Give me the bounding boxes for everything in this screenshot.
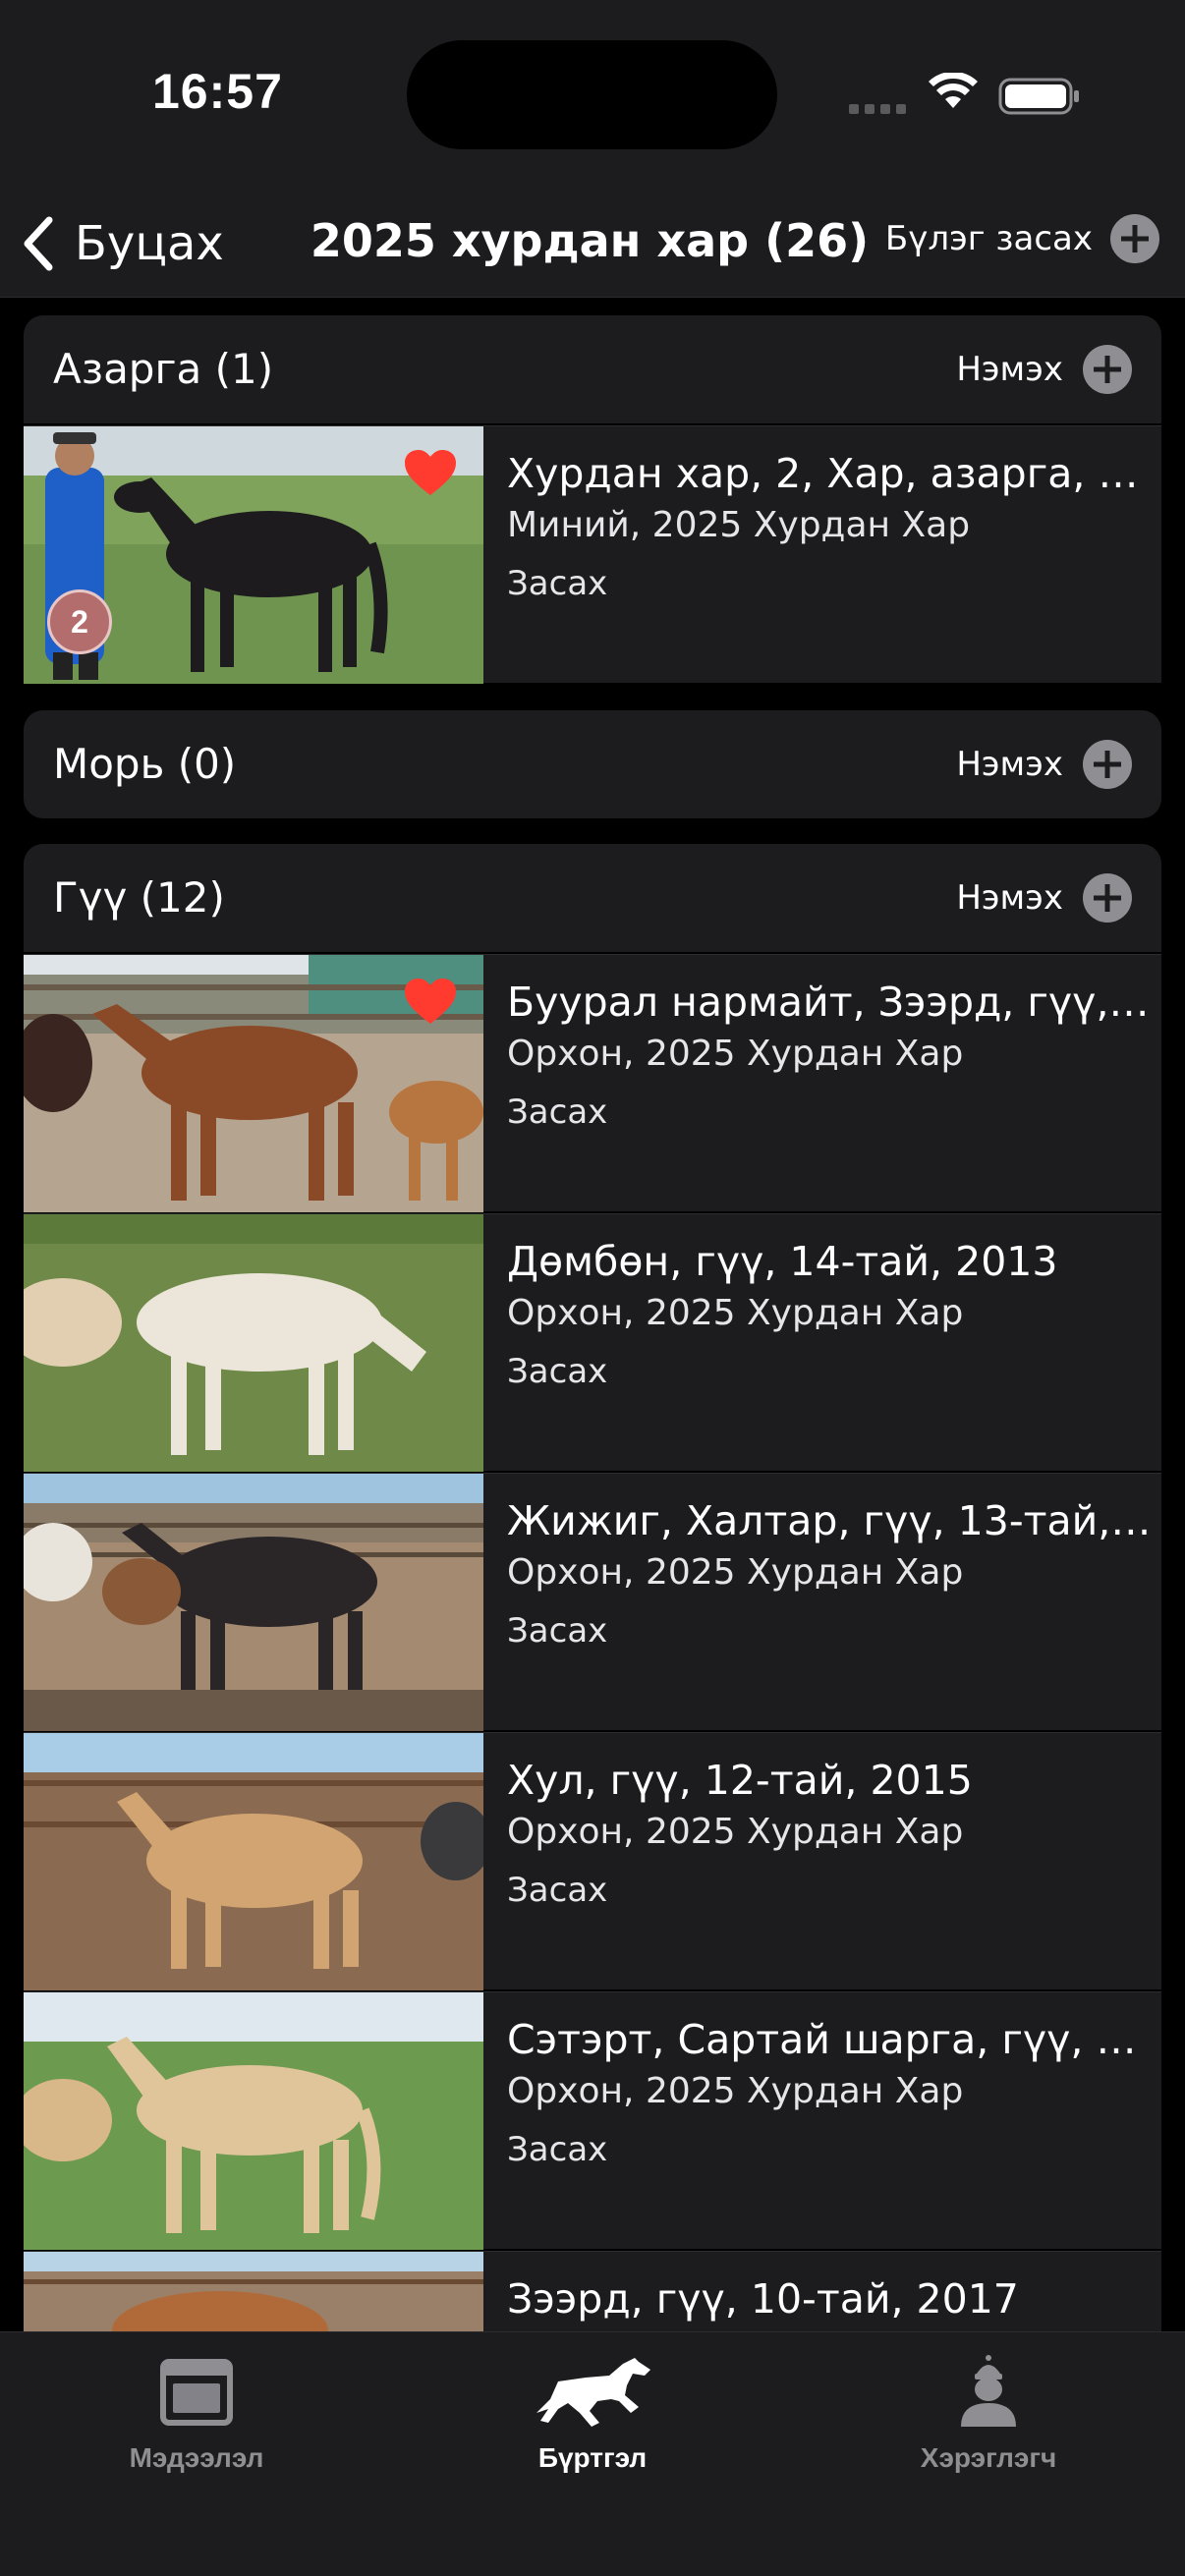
- group-title: Азарга (1): [53, 345, 274, 393]
- horse-row[interactable]: Буурал нармайт, Зээрд, гүү, 15-т... Орхо…: [24, 954, 1161, 1212]
- tab-news[interactable]: Мэдээлэл: [49, 2352, 344, 2474]
- horse-title: Сэтэрт, Сартай шарга, гүү, 12-та...: [507, 2016, 1157, 2063]
- edit-link[interactable]: Засах: [507, 554, 1157, 613]
- horse-title: Хул, гүү, 12-тай, 2015: [507, 1757, 973, 1804]
- edit-link[interactable]: Засах: [507, 2120, 1157, 2179]
- horse-photo: [24, 955, 483, 1212]
- horse-row[interactable]: Жижиг, Халтар, гүү, 13-тай, 2014 Орхон, …: [24, 1473, 1161, 1731]
- group-edit-button[interactable]: Бүлэг засах: [885, 214, 1159, 263]
- edit-link[interactable]: Засах: [507, 1601, 1157, 1660]
- horse-info: Дөмбөн, гүү, 14-тай, 2013 Орхон, 2025 Ху…: [507, 1234, 1157, 1401]
- age-badge: 2: [47, 589, 112, 654]
- add-guu-button[interactable]: Нэмэх: [956, 873, 1132, 923]
- user-icon: [961, 2355, 1016, 2427]
- horse-title: Хурдан хар, 2, Хар, азарга, хавч...: [507, 450, 1157, 497]
- horse-list[interactable]: Азарга (1) Нэмэх 2 Хурдан хар, 2, Хар, а…: [0, 298, 1185, 2331]
- add-label: Нэмэх: [956, 878, 1063, 918]
- status-time: 16:57: [152, 64, 283, 119]
- horse-title: Зээрд, гүү, 10-тай, 2017: [507, 2275, 1019, 2323]
- plus-circle-icon: [1110, 214, 1159, 263]
- horse-subtitle: Орхон, 2025 Хурдан Хар: [507, 1293, 964, 1333]
- horse-row[interactable]: 2 Хурдан хар, 2, Хар, азарга, хавч... Ми…: [24, 425, 1161, 684]
- group-title: Морь (0): [53, 740, 237, 788]
- horse-row[interactable]: Зээрд, гүү, 10-тай, 2017: [24, 2251, 1161, 2331]
- add-label: Нэмэх: [956, 350, 1063, 389]
- horse-icon: [536, 2358, 650, 2427]
- group-header-azarga: Азарга (1) Нэмэх: [24, 315, 1161, 423]
- horse-photo: [24, 1992, 483, 2250]
- page-title: 2025 хурдан хар (26): [310, 214, 870, 267]
- edit-link[interactable]: Засах: [507, 1861, 1157, 1920]
- back-button[interactable]: Буцах: [20, 204, 224, 283]
- horse-info: Зээрд, гүү, 10-тай, 2017: [507, 2271, 1157, 2330]
- horse-photo: [24, 1214, 483, 1472]
- horse-row[interactable]: Сэтэрт, Сартай шарга, гүү, 12-та... Орхо…: [24, 1991, 1161, 2250]
- group-edit-label: Бүлэг засах: [884, 219, 1093, 258]
- horse-subtitle: Орхон, 2025 Хурдан Хар: [507, 1812, 964, 1852]
- tab-label: Бүртгэл: [537, 2442, 648, 2473]
- edit-link[interactable]: Засах: [507, 1342, 1157, 1401]
- news-icon: [160, 2359, 233, 2426]
- group-header-mori: Морь (0) Нэмэх: [24, 710, 1161, 818]
- horse-subtitle: Орхон, 2025 Хурдан Хар: [507, 1034, 964, 1074]
- horse-title: Буурал нармайт, Зээрд, гүү, 15-т...: [507, 979, 1157, 1026]
- horse-photo: 2: [24, 426, 483, 684]
- tab-label: Мэдээлэл: [129, 2442, 264, 2473]
- dynamic-island: [407, 40, 777, 149]
- add-mori-button[interactable]: Нэмэх: [956, 740, 1132, 789]
- tab-registration[interactable]: Бүртгэл: [445, 2352, 740, 2474]
- status-bar: 16:57: [0, 0, 1185, 187]
- horse-row[interactable]: Дөмбөн, гүү, 14-тай, 2013 Орхон, 2025 Ху…: [24, 1213, 1161, 1472]
- edit-link[interactable]: Засах: [507, 1083, 1157, 1142]
- cellular-signal-icon: [849, 104, 906, 114]
- group-header-guu: Гүү (12) Нэмэх: [24, 844, 1161, 952]
- add-azarga-button[interactable]: Нэмэх: [956, 345, 1132, 394]
- app-screen: 16:57 Буцах 2025 хурдан хар (26) Бүлэг з…: [0, 0, 1185, 2576]
- horse-info: Буурал нармайт, Зээрд, гүү, 15-т... Орхо…: [507, 975, 1157, 1142]
- horse-info: Сэтэрт, Сартай шарга, гүү, 12-та... Орхо…: [507, 2012, 1157, 2179]
- plus-circle-icon: [1083, 873, 1132, 923]
- chevron-left-icon: [24, 216, 53, 271]
- horse-info: Жижиг, Халтар, гүү, 13-тай, 2014 Орхон, …: [507, 1493, 1157, 1660]
- favorite-heart-icon[interactable]: [403, 977, 458, 1026]
- horse-info: Хул, гүү, 12-тай, 2015 Орхон, 2025 Хурда…: [507, 1753, 1157, 1920]
- group-title: Гүү (12): [53, 873, 225, 922]
- plus-circle-icon: [1083, 740, 1132, 789]
- horse-row[interactable]: Хул, гүү, 12-тай, 2015 Орхон, 2025 Хурда…: [24, 1732, 1161, 1990]
- back-label: Буцах: [75, 216, 224, 271]
- horse-subtitle: Орхон, 2025 Хурдан Хар: [507, 1552, 964, 1593]
- horse-subtitle: Миний, 2025 Хурдан Хар: [507, 505, 971, 545]
- plus-circle-icon: [1083, 345, 1132, 394]
- tab-bar: Мэдээлэл Бүртгэл Хэрэглэгч: [0, 2331, 1185, 2576]
- horse-photo: [24, 1733, 483, 1990]
- horse-photo: [24, 1474, 483, 1731]
- horse-subtitle: Орхон, 2025 Хурдан Хар: [507, 2071, 964, 2111]
- tab-label: Хэрэглэгч: [920, 2442, 1057, 2473]
- favorite-heart-icon[interactable]: [403, 448, 458, 497]
- navigation-bar: Буцах 2025 хурдан хар (26) Бүлэг засах: [0, 187, 1185, 298]
- tab-user[interactable]: Хэрэглэгч: [841, 2352, 1136, 2474]
- horse-photo: [24, 2252, 483, 2331]
- add-label: Нэмэх: [956, 745, 1063, 784]
- horse-title: Жижиг, Халтар, гүү, 13-тай, 2014: [507, 1497, 1157, 1544]
- battery-icon: [998, 78, 1079, 115]
- horse-title: Дөмбөн, гүү, 14-тай, 2013: [507, 1238, 1058, 1285]
- horse-info: Хурдан хар, 2, Хар, азарга, хавч... Мини…: [507, 446, 1157, 613]
- wifi-icon: [929, 73, 978, 108]
